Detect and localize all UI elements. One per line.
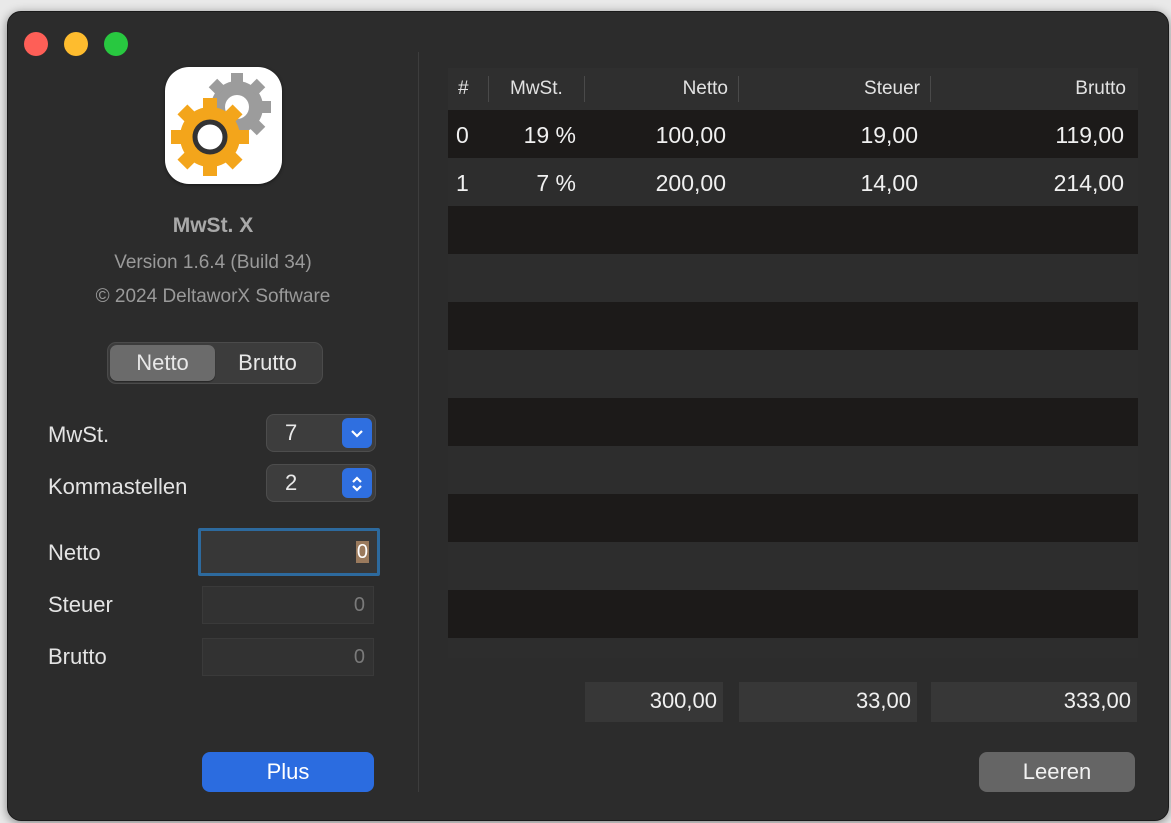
mwst-label: MwSt.	[48, 422, 110, 447]
close-window-button[interactable]	[24, 32, 48, 56]
empty-row	[448, 590, 1138, 638]
mwst-value: 7	[285, 420, 298, 445]
app-name: MwSt. X	[172, 214, 254, 237]
panel-divider	[418, 52, 419, 792]
empty-row	[448, 638, 1138, 658]
cell-netto: 200,00	[655, 170, 726, 196]
table-header: # MwSt. Netto Steuer Brutto	[448, 68, 1138, 111]
cell-mwst: 7 %	[536, 170, 576, 196]
app-copyright: © 2024 DeltaworX Software	[95, 286, 331, 307]
cell-mwst: 19 %	[523, 122, 576, 148]
total-netto: 300,00	[585, 682, 723, 722]
netto-input[interactable]: 0	[198, 528, 380, 576]
gear-icon	[171, 73, 271, 176]
cell-netto: 100,00	[655, 122, 726, 148]
main-window: MwSt. X Version 1.6.4 (Build 34) © 2024 …	[7, 11, 1169, 821]
segment-brutto[interactable]: Brutto	[215, 345, 320, 381]
empty-row	[448, 446, 1138, 494]
empty-row	[448, 302, 1138, 350]
clear-button[interactable]: Leeren	[979, 752, 1135, 792]
brutto-label: Brutto	[48, 644, 107, 669]
results-table[interactable]: # MwSt. Netto Steuer Brutto 0 19 % 100,0…	[448, 68, 1138, 658]
empty-row	[448, 494, 1138, 542]
mwst-popup[interactable]: 7	[266, 414, 376, 452]
plus-button[interactable]: Plus	[202, 752, 374, 792]
cell-brutto: 214,00	[1053, 170, 1124, 196]
cell-index: 1	[456, 170, 469, 196]
column-separator	[738, 76, 739, 102]
mode-segmented-control: Netto Brutto	[107, 342, 323, 384]
brutto-output: 0	[202, 638, 374, 676]
column-header-brutto[interactable]: Brutto	[938, 68, 1126, 110]
segment-netto[interactable]: Netto	[110, 345, 215, 381]
table-body: 0 19 % 100,00 19,00 119,00 1 7 % 200,00 …	[448, 110, 1138, 658]
empty-row	[448, 542, 1138, 590]
minimize-window-button[interactable]	[64, 32, 88, 56]
steuer-label: Steuer	[48, 592, 113, 617]
cell-index: 0	[456, 122, 469, 148]
app-logo	[165, 67, 282, 184]
total-brutto: 333,00	[931, 682, 1137, 722]
table-row[interactable]: 1 7 % 200,00 14,00 214,00	[448, 158, 1138, 206]
kommastellen-value: 2	[285, 470, 298, 495]
column-header-steuer[interactable]: Steuer	[748, 68, 920, 110]
empty-row	[448, 398, 1138, 446]
cell-steuer: 19,00	[860, 122, 918, 148]
chevron-down-icon	[342, 418, 372, 448]
table-row[interactable]: 0 19 % 100,00 19,00 119,00	[448, 110, 1138, 158]
column-header-index[interactable]: #	[458, 68, 469, 110]
column-separator	[488, 76, 489, 102]
empty-row	[448, 350, 1138, 398]
cell-brutto: 119,00	[1055, 122, 1124, 148]
steuer-output: 0	[202, 586, 374, 624]
column-header-netto[interactable]: Netto	[588, 68, 728, 110]
netto-label: Netto	[48, 540, 101, 565]
total-steuer: 33,00	[739, 682, 917, 722]
netto-value: 0	[355, 541, 369, 563]
kommastellen-stepper[interactable]: 2	[266, 464, 376, 502]
app-version: Version 1.6.4 (Build 34)	[114, 252, 312, 273]
empty-row	[448, 206, 1138, 254]
cell-steuer: 14,00	[860, 170, 918, 196]
up-down-chevron-icon	[342, 468, 372, 498]
zoom-window-button[interactable]	[104, 32, 128, 56]
kommastellen-label: Kommastellen	[48, 474, 188, 499]
column-separator	[584, 76, 585, 102]
column-separator	[930, 76, 931, 102]
column-header-mwst[interactable]: MwSt.	[510, 68, 563, 110]
empty-row	[448, 254, 1138, 302]
